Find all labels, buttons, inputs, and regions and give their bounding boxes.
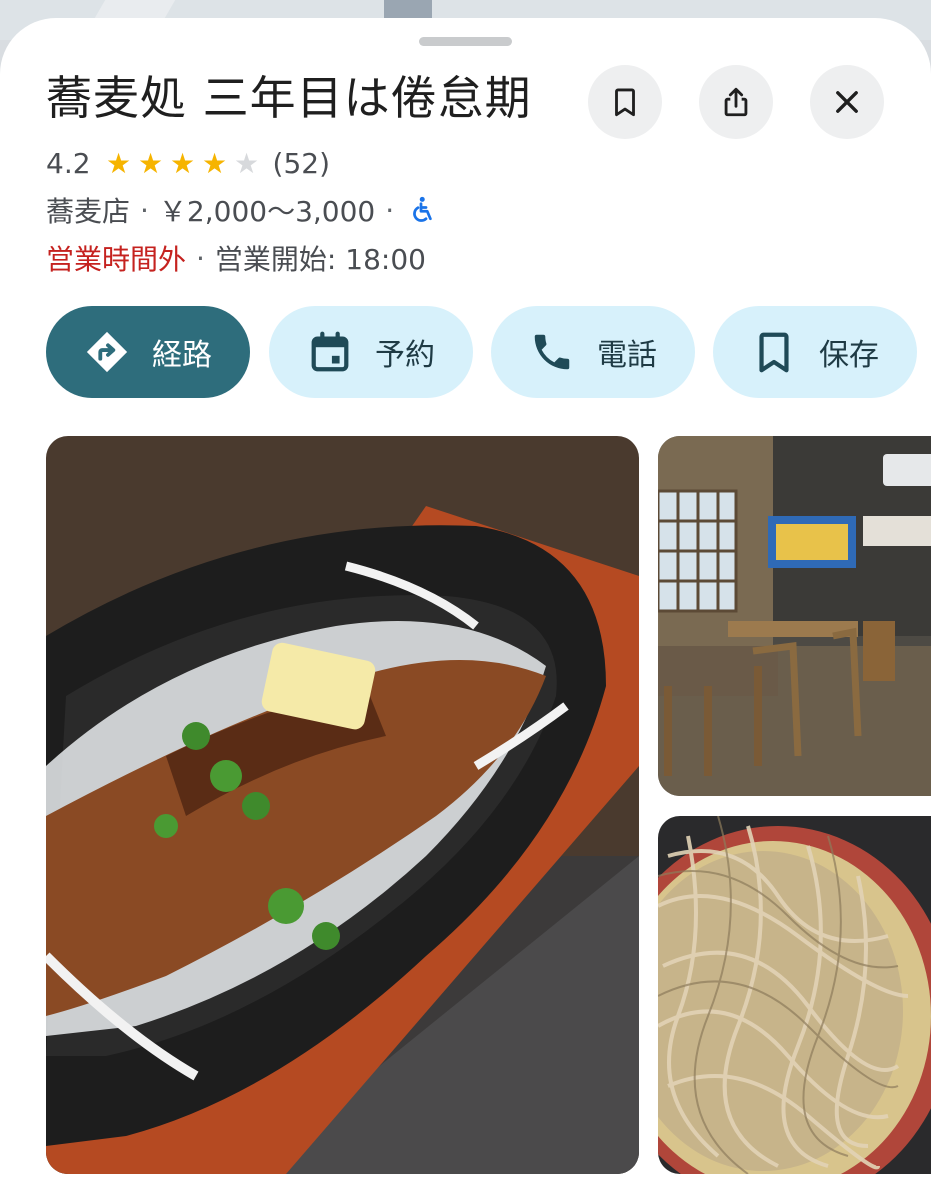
calendar-icon (311, 331, 349, 372)
reserve-button[interactable]: 予約 (269, 306, 473, 398)
share-button[interactable] (699, 65, 773, 139)
phone-icon (534, 334, 570, 370)
place-info-row: 蕎麦店 · ￥2,000～3,000 · (46, 190, 436, 230)
close-button[interactable] (810, 65, 884, 139)
call-label: 電話 (597, 338, 657, 373)
wheelchair-accessible-icon[interactable] (404, 195, 436, 225)
bookmark-icon (615, 88, 635, 117)
map-road (384, 0, 432, 20)
hours-row[interactable]: 営業時間外 · 営業開始: 18:00 (46, 238, 426, 278)
save-label: 保存 (819, 338, 879, 373)
directions-label: 経路 (152, 338, 212, 373)
star-icon: ★ (233, 146, 260, 180)
separator: · (140, 193, 149, 227)
star-rating: ★ ★ ★ ★ ★ (103, 147, 263, 180)
sheet-drag-handle[interactable] (419, 37, 512, 46)
star-icon: ★ (137, 146, 164, 180)
open-status: 営業時間外 (46, 243, 187, 276)
reserve-label: 予約 (375, 338, 435, 373)
photo-main-dish[interactable] (46, 436, 639, 1174)
opening-time: 営業開始: 18:00 (214, 243, 426, 276)
rating-value: 4.2 (46, 146, 91, 180)
photo-restaurant-interior[interactable] (658, 436, 931, 796)
price-range: ￥2,000～3,000 (158, 195, 376, 228)
review-count[interactable]: (52) (273, 147, 330, 180)
directions-button[interactable]: 経路 (46, 306, 250, 398)
rating-row[interactable]: 4.2 ★ ★ ★ ★ ★ (52) (46, 143, 330, 183)
place-title: 蕎麦処 三年目は倦怠期 (46, 71, 532, 125)
save-place-button[interactable] (588, 65, 662, 139)
map-road (94, 0, 176, 18)
close-icon (836, 91, 858, 113)
category-label: 蕎麦店 (46, 195, 131, 228)
call-button[interactable]: 電話 (491, 306, 695, 398)
photo-zaru-soba[interactable] (658, 816, 931, 1174)
share-icon (724, 87, 748, 117)
place-bottom-sheet: 蕎麦処 三年目は倦怠期 4.2 ★ ★ ★ ★ ★ (52) 蕎麦店 · ￥2,… (0, 18, 931, 1200)
star-icon: ★ (105, 146, 132, 180)
bookmark-icon (759, 332, 789, 373)
star-icon: ★ (201, 146, 228, 180)
directions-icon (86, 331, 128, 373)
separator: · (196, 241, 205, 275)
save-button[interactable]: 保存 (713, 306, 917, 398)
separator: · (385, 193, 395, 227)
star-icon: ★ (169, 146, 196, 180)
